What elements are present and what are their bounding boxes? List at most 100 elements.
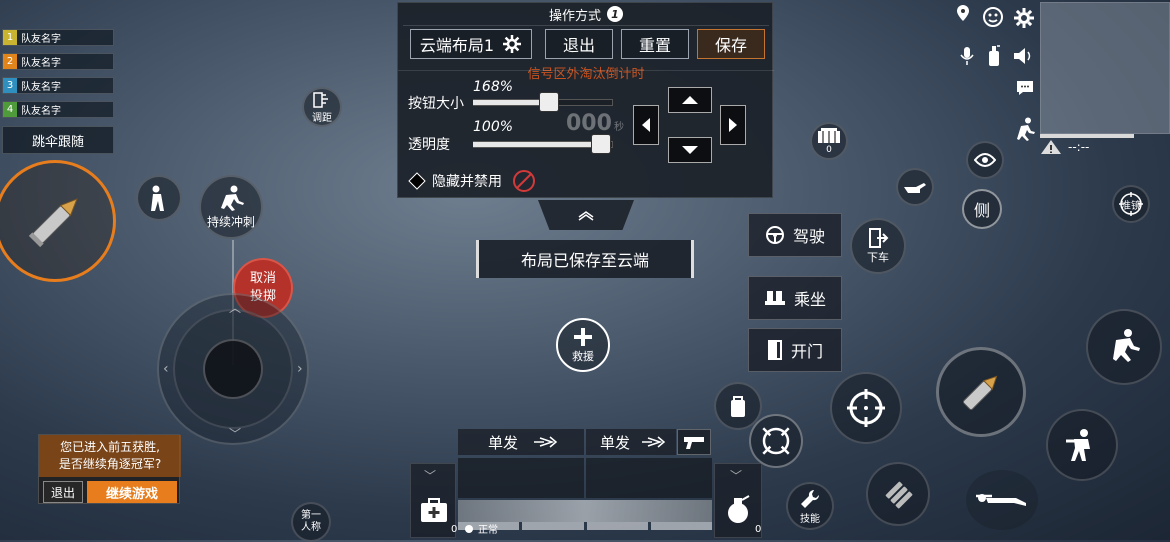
exit-vehicle-button[interactable]: 下车 [850,218,906,274]
panel-collapse-tab[interactable] [538,200,634,230]
ride-button[interactable]: 乘坐 [748,276,842,320]
stance-button[interactable] [136,175,182,221]
scope-button[interactable]: 准镜 [1112,185,1150,223]
aim-button[interactable] [830,372,902,444]
fire-mode-toggle-2[interactable]: 单发 [586,429,676,455]
teammate-number: 4 [3,102,17,117]
move-right-button[interactable] [720,105,746,145]
plus-icon [574,328,592,346]
divider [398,70,774,71]
drive-button[interactable]: 驾驶 [748,213,842,257]
reset-button[interactable]: 重置 [621,29,689,59]
crouch-icon [1066,429,1090,461]
reload-button[interactable] [866,462,930,526]
sprint-toggle-button[interactable]: 持续冲刺 [199,175,263,239]
fire-button-right[interactable] [936,347,1026,437]
microphone-icon[interactable] [957,44,977,68]
panel-exit-button[interactable]: 退出 [545,29,613,59]
eye-icon [974,153,996,167]
teammate-row-2[interactable]: 2 队友名字 [2,53,114,70]
gear-icon [503,35,522,53]
hide-disable-toggle[interactable]: 隐藏并禁用 [408,169,536,193]
save-button[interactable]: 保存 [697,29,765,59]
seat-icon [764,291,785,305]
save-toast: 布局已保存至云端 [476,240,694,278]
speaker-icon[interactable] [1011,44,1035,68]
move-left-button[interactable] [633,105,659,145]
crosshair-icon [847,389,885,427]
move-down-button[interactable] [668,137,712,163]
teammate-number: 1 [3,30,17,45]
countdown-display: 000 秒 [566,111,624,136]
pistol-icon [684,437,704,449]
info-badge[interactable]: 1 [607,6,623,22]
open-door-button[interactable]: 开门 [748,328,842,372]
layout-selector[interactable]: 云端布局1 [410,29,532,59]
movement-joystick[interactable]: ︿ ﹀ ‹ › [157,293,309,445]
continue-game-label: 继续游戏 [105,486,158,502]
jump-button[interactable] [1086,309,1162,385]
continue-game-button[interactable]: 继续游戏 [87,481,177,503]
fire-mode-2-label: 单发 [600,433,631,452]
skill-button[interactable]: 技能 [786,482,834,530]
prone-button[interactable] [966,470,1038,530]
minimap[interactable] [1040,2,1170,134]
side-aim-button[interactable]: 侧 [962,189,1002,229]
opacity-slider-knob[interactable] [591,134,611,154]
spray-can-icon[interactable] [985,42,1003,68]
teammate-row-4[interactable]: 4 队友名字 [2,101,114,118]
drive-label: 驾驶 [792,227,825,246]
supply-box-button[interactable]: 0 [810,122,848,160]
first-person-button[interactable]: 第一 人称 [291,502,331,542]
teammate-name: 队友名字 [21,106,61,117]
double-chevron-up-icon [578,211,594,221]
bag-icon [731,396,745,417]
lean-aim-button[interactable] [749,414,803,468]
weapon-slot-1[interactable] [458,458,584,498]
arrow-right-icon [729,118,737,132]
settings-gear-icon[interactable] [1012,6,1036,30]
teammate-row-3[interactable]: 3 队友名字 [2,77,114,94]
single-shot-icon [642,436,666,448]
first-person-label: 第一 人称 [301,510,321,533]
prompt-exit-button[interactable]: 退出 [43,481,83,503]
teammate-row-1[interactable]: 1 队友名字 [2,29,114,46]
layout-name: 云端布局1 [419,36,495,55]
skill-label: 技能 [800,513,820,525]
disabled-icon[interactable] [512,169,536,193]
gesture-button[interactable] [896,168,934,206]
divider [403,25,769,26]
panel-title-bar: 操作方式 1 [398,3,774,25]
health-bar [458,500,712,522]
joystick-thumb[interactable] [203,339,263,399]
parachute-follow-button[interactable]: 跳伞跟随 [2,126,114,154]
peek-eye-button[interactable] [966,141,1004,179]
button-size-slider-knob[interactable] [539,92,559,112]
emote-icon[interactable] [980,4,1006,30]
location-pin-icon[interactable] [953,2,973,24]
crouch-button[interactable] [1046,409,1118,481]
rescue-button[interactable]: 救援 [556,318,610,372]
single-shot-icon [534,436,558,448]
jump-icon [1113,329,1140,362]
reset-label: 重置 [638,36,671,55]
pistol-slot[interactable] [677,429,711,455]
wrench-icon [801,489,820,508]
run-icon[interactable] [1012,116,1038,142]
move-up-button[interactable] [668,87,712,113]
weapon-slot-2[interactable] [586,458,712,498]
teammate-name: 队友名字 [21,82,61,93]
bullet-icon [962,375,998,411]
chevron-right-icon: › [297,361,303,377]
grenade-slot[interactable]: ﹀ 0 [714,463,762,538]
status-label: 正常 [478,525,498,536]
fire-button-left[interactable] [0,160,116,282]
opacity-value: 100% [473,119,514,135]
chat-bubble-icon[interactable] [1015,78,1035,98]
adjust-distance-button[interactable]: 调距 [302,87,342,127]
warning-icon [1041,140,1061,154]
medkit-slot[interactable]: ﹀ 0 [410,463,457,538]
arrow-left-icon [642,118,650,132]
status-indicator: 正常 [464,521,498,536]
fire-mode-toggle-1[interactable]: 单发 [458,429,584,455]
